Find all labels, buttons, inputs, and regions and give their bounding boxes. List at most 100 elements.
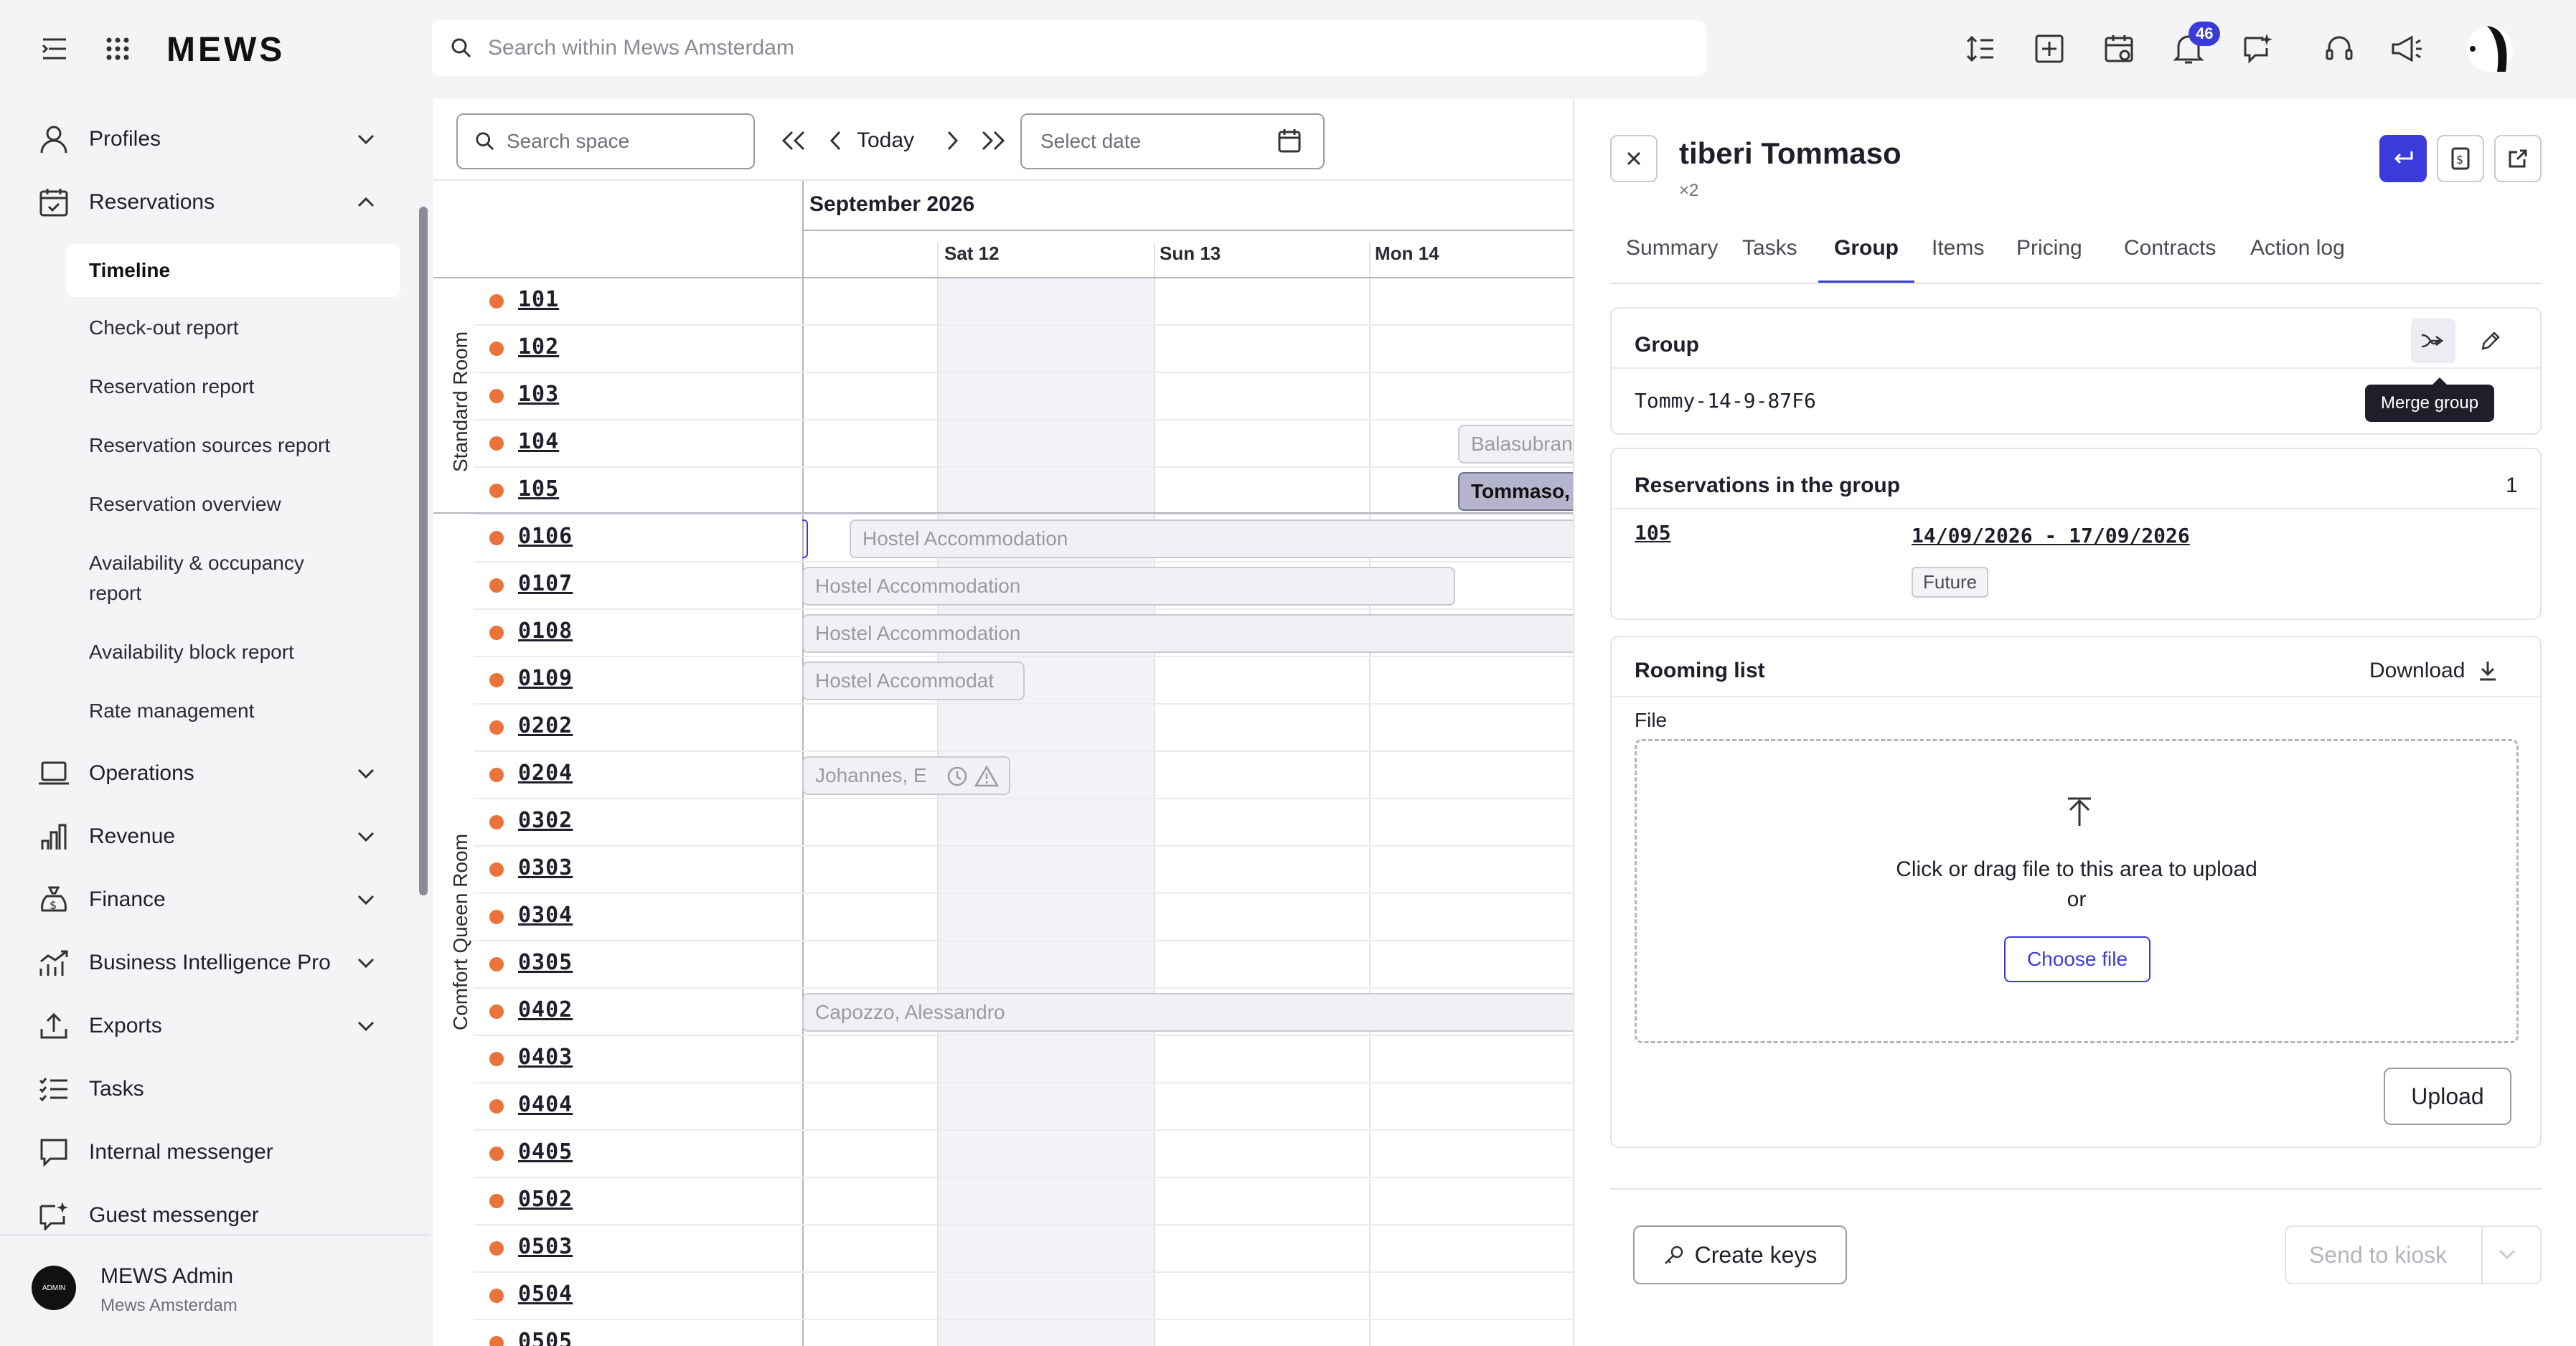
reservation-bar[interactable]: Hostel Accommodat xyxy=(802,662,1025,700)
menu-collapse-icon[interactable] xyxy=(34,29,75,69)
calendar-icon[interactable] xyxy=(1277,128,1302,154)
room-number-link[interactable]: 0403 xyxy=(518,1045,573,1070)
sidebar-subitem-reservation-report[interactable]: Reservation report xyxy=(66,372,400,402)
sort-lines-icon[interactable] xyxy=(1960,29,2001,69)
chevron-down-icon[interactable] xyxy=(352,822,380,851)
room-number-link[interactable]: 0302 xyxy=(518,808,573,833)
today-button[interactable]: Today xyxy=(857,125,914,156)
create-keys-button[interactable]: Create keys xyxy=(1633,1225,1847,1284)
room-number-link[interactable]: 104 xyxy=(518,429,559,454)
room-number-link[interactable]: 0305 xyxy=(518,950,573,975)
sidebar-item-exports[interactable]: Exports xyxy=(0,997,402,1055)
chevron-down-icon[interactable] xyxy=(352,759,380,788)
mews-logo[interactable]: MEWS xyxy=(166,30,285,70)
double-chevron-left-icon[interactable] xyxy=(778,125,809,156)
reservation-bar-edge[interactable] xyxy=(802,519,808,558)
reservation-bar-selected[interactable]: Tommaso, xyxy=(1458,472,1573,511)
chevron-left-icon[interactable] xyxy=(819,125,851,156)
group-reservation-room-link[interactable]: 105 xyxy=(1635,521,1671,545)
room-number-link[interactable]: 0304 xyxy=(518,903,573,928)
room-number-link[interactable]: 103 xyxy=(518,382,559,407)
chevron-up-icon[interactable] xyxy=(352,188,380,217)
room-number-link[interactable]: 105 xyxy=(518,476,559,502)
apps-grid-icon[interactable] xyxy=(98,29,138,69)
open-external-button[interactable] xyxy=(2494,135,2542,182)
sidebar-item-profiles[interactable]: Profiles xyxy=(0,110,402,168)
ai-chat-icon[interactable] xyxy=(2237,29,2277,69)
edit-group-button[interactable] xyxy=(2468,319,2513,363)
date-picker[interactable] xyxy=(1020,113,1325,169)
room-number-link[interactable]: 0503 xyxy=(518,1234,573,1259)
sidebar-item-business-intelligence-pro[interactable]: Business Intelligence Pro xyxy=(0,934,402,992)
room-number-link[interactable]: 0202 xyxy=(518,713,573,738)
tab-action-log[interactable]: Action log xyxy=(2234,228,2361,284)
user-profile[interactable]: ADMIN MEWS Admin Mews Amsterdam xyxy=(0,1234,431,1346)
file-dropzone[interactable]: Click or drag file to this area to uploa… xyxy=(1635,739,2519,1043)
chevron-down-icon[interactable] xyxy=(2493,1240,2521,1269)
chevron-down-icon[interactable] xyxy=(352,885,380,914)
add-square-icon[interactable] xyxy=(2029,29,2069,69)
sidebar-subitem-availability-occupancy-report[interactable]: Availability & occupancy report xyxy=(66,548,324,608)
chevron-right-icon[interactable] xyxy=(937,125,969,156)
date-input[interactable] xyxy=(1039,129,1269,154)
sidebar-item-operations[interactable]: Operations xyxy=(0,745,402,802)
space-search-input[interactable] xyxy=(505,129,749,154)
reservation-bar[interactable]: Balasubran xyxy=(1458,425,1573,463)
room-number-link[interactable]: 0504 xyxy=(518,1281,573,1307)
choose-file-button[interactable]: Choose file xyxy=(2004,936,2150,982)
billing-button[interactable]: $ xyxy=(2437,135,2484,182)
room-number-link[interactable]: 101 xyxy=(518,287,559,312)
room-number-link[interactable]: 0108 xyxy=(518,618,573,644)
chevron-down-icon[interactable] xyxy=(352,1012,380,1040)
sidebar-subitem-rate-management[interactable]: Rate management xyxy=(66,696,400,726)
account-avatar-icon[interactable] xyxy=(2461,20,2519,77)
merge-group-button[interactable] xyxy=(2411,319,2455,363)
space-search-box[interactable] xyxy=(456,113,755,169)
sidebar-item-reservations[interactable]: Reservations xyxy=(0,174,402,231)
room-number-link[interactable]: 0505 xyxy=(518,1329,573,1346)
tab-group[interactable]: Group xyxy=(1818,228,1914,284)
sidebar-subitem-reservation-sources-report[interactable]: Reservation sources report xyxy=(66,430,400,461)
announcements-megaphone-icon[interactable] xyxy=(2387,29,2427,69)
upload-button[interactable]: Upload xyxy=(2384,1068,2511,1125)
return-button[interactable] xyxy=(2379,135,2427,182)
room-number-link[interactable]: 0405 xyxy=(518,1139,573,1164)
room-number-link[interactable]: 0303 xyxy=(518,855,573,880)
chevron-down-icon[interactable] xyxy=(352,125,380,154)
sidebar-subitem-availability-block-report[interactable]: Availability block report xyxy=(66,637,400,667)
sidebar-subitem-check-out-report[interactable]: Check-out report xyxy=(66,313,400,343)
calendar-search-icon[interactable] xyxy=(2100,29,2140,69)
sidebar-scrollbar[interactable] xyxy=(419,207,428,895)
sidebar-subitem-reservation-overview[interactable]: Reservation overview xyxy=(66,489,400,519)
chevron-down-icon[interactable] xyxy=(352,949,380,977)
reservation-bar[interactable]: Johannes, E xyxy=(802,756,1010,795)
room-number-link[interactable]: 0107 xyxy=(518,571,573,596)
reservation-bar[interactable]: Capozzo, Alessandro xyxy=(802,993,1573,1032)
global-search-input[interactable] xyxy=(486,35,1635,61)
room-number-link[interactable]: 0404 xyxy=(518,1092,573,1117)
close-button[interactable] xyxy=(1610,135,1658,182)
sidebar-item-tasks[interactable]: Tasks xyxy=(0,1060,402,1118)
global-search-bar[interactable] xyxy=(432,20,1706,76)
reservation-bar[interactable]: Hostel Accommodation xyxy=(802,567,1455,606)
tab-summary[interactable]: Summary xyxy=(1610,228,1734,284)
sidebar-item-internal-messenger[interactable]: Internal messenger xyxy=(0,1124,402,1181)
sidebar-item-revenue[interactable]: Revenue xyxy=(0,808,402,865)
sidebar-item-finance[interactable]: $ Finance xyxy=(0,871,402,928)
room-number-link[interactable]: 0502 xyxy=(518,1187,573,1212)
room-number-link[interactable]: 0204 xyxy=(518,761,573,786)
room-number-link[interactable]: 102 xyxy=(518,334,559,359)
double-chevron-right-icon[interactable] xyxy=(977,125,1009,156)
support-headset-icon[interactable] xyxy=(2319,29,2359,69)
send-to-kiosk-button[interactable]: Send to kiosk xyxy=(2285,1225,2542,1284)
group-reservation-dates-link[interactable]: 14/09/2026 - 17/09/2026 xyxy=(1912,524,2190,547)
room-number-link[interactable]: 0109 xyxy=(518,666,573,691)
tab-contracts[interactable]: Contracts xyxy=(2108,228,2232,284)
room-number-link[interactable]: 0106 xyxy=(518,524,573,549)
room-number-link[interactable]: 0402 xyxy=(518,997,573,1022)
tab-items[interactable]: Items xyxy=(1916,228,2000,284)
download-button[interactable]: Download xyxy=(2369,653,2498,689)
tab-pricing[interactable]: Pricing xyxy=(2001,228,2098,284)
reservation-bar[interactable]: Hostel Accommodation xyxy=(802,614,1573,653)
reservation-bar[interactable]: Hostel Accommodation xyxy=(850,519,1573,558)
